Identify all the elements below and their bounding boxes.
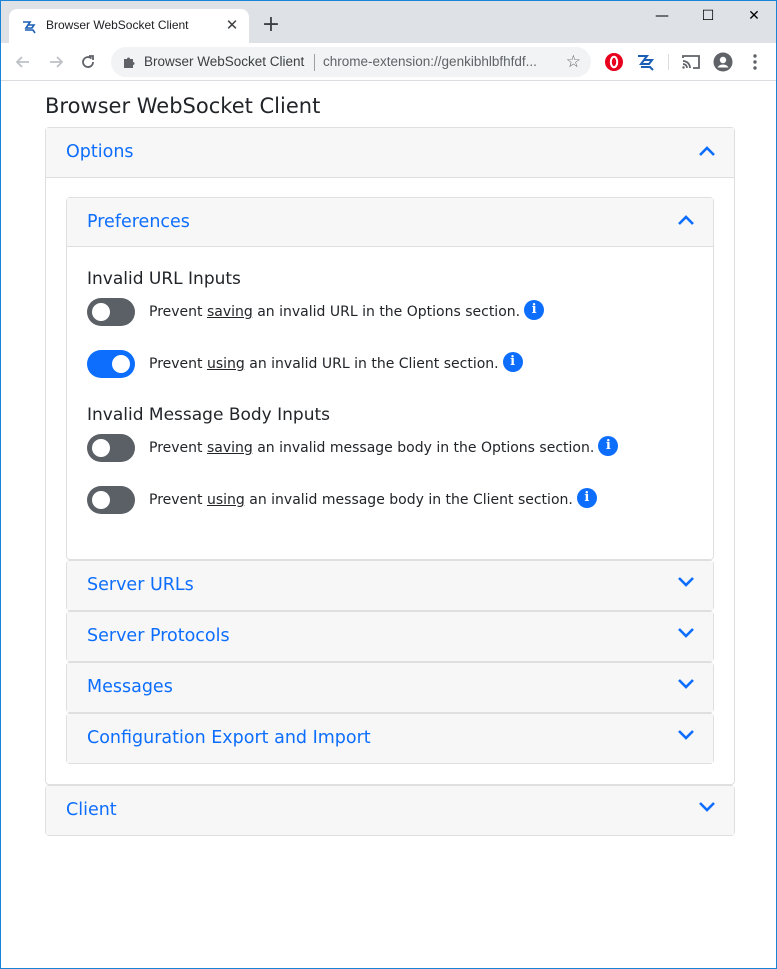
client-label: Client	[66, 800, 117, 820]
site-name: Browser WebSocket Client	[144, 54, 305, 69]
client-header[interactable]: Client	[46, 786, 734, 835]
toggle-switch[interactable]	[87, 486, 135, 514]
options-label: Options	[66, 142, 134, 162]
tab-close-icon[interactable]: ✕	[225, 18, 239, 33]
puzzle-piece-icon	[124, 57, 135, 68]
info-icon[interactable]: i	[598, 436, 619, 456]
messages-label: Messages	[87, 677, 173, 697]
chevron-down-icon[interactable]	[677, 576, 695, 588]
chevron-down-icon[interactable]	[677, 627, 695, 639]
cast-icon[interactable]	[681, 52, 701, 72]
messages-card[interactable]: Messages	[66, 662, 714, 713]
toggle-switch[interactable]	[87, 434, 135, 462]
chevron-down-icon[interactable]	[698, 801, 716, 813]
address-bar[interactable]: Browser WebSocket Client chrome-extensio…	[111, 47, 591, 77]
more-menu-icon[interactable]	[745, 52, 765, 72]
toggle-switch[interactable]	[87, 350, 135, 378]
pref-label: Prevent using an invalid URL in the Clie…	[149, 352, 523, 374]
new-tab-button[interactable]: +	[261, 14, 281, 36]
server-protocols-card[interactable]: Server Protocols	[66, 611, 714, 662]
server-urls-label: Server URLs	[87, 575, 194, 595]
adblock-extension-icon[interactable]	[604, 52, 624, 72]
chevron-up-icon[interactable]	[698, 145, 716, 157]
back-arrow-icon[interactable]	[12, 51, 34, 73]
preferences-card: Preferences Invalid URL Inputs Prevent s…	[66, 197, 714, 560]
options-card: Options Preferences Invalid URL Inputs P…	[45, 127, 735, 785]
forward-arrow-icon[interactable]	[45, 51, 67, 73]
messages-header[interactable]: Messages	[67, 663, 713, 712]
invalid-message-body-heading: Invalid Message Body Inputs	[87, 405, 331, 425]
pref-label: Prevent saving an invalid message body i…	[149, 436, 619, 458]
preferences-header[interactable]: Preferences	[67, 198, 713, 247]
tab-strip: Browser WebSocket Client ✕ + — ☐ ✕	[1, 1, 776, 43]
toolbar-divider	[668, 54, 669, 70]
extension-favicon-icon	[23, 21, 36, 34]
config-export-import-label: Configuration Export and Import	[87, 728, 371, 748]
websocket-extension-icon[interactable]	[636, 52, 656, 72]
toggle-switch[interactable]	[87, 298, 135, 326]
client-card[interactable]: Client	[45, 785, 735, 836]
page-title: Browser WebSocket Client	[45, 94, 321, 118]
address-separator	[314, 54, 315, 71]
config-export-import-card[interactable]: Configuration Export and Import	[66, 713, 714, 764]
browser-toolbar: Browser WebSocket Client chrome-extensio…	[1, 43, 776, 81]
server-protocols-header[interactable]: Server Protocols	[67, 612, 713, 661]
page-content: Browser WebSocket Client Options Prefere…	[1, 82, 776, 968]
chevron-up-icon[interactable]	[677, 214, 695, 226]
browser-window: Browser WebSocket Client ✕ + — ☐ ✕ Brows…	[0, 0, 777, 969]
server-urls-card[interactable]: Server URLs	[66, 560, 714, 611]
config-export-import-header[interactable]: Configuration Export and Import	[67, 714, 713, 763]
invalid-url-heading: Invalid URL Inputs	[87, 269, 241, 289]
info-icon[interactable]: i	[524, 300, 545, 320]
chevron-down-icon[interactable]	[677, 729, 695, 741]
server-protocols-label: Server Protocols	[87, 626, 230, 646]
window-close-button[interactable]: ✕	[731, 5, 777, 27]
info-icon[interactable]: i	[502, 352, 523, 372]
browser-tab[interactable]: Browser WebSocket Client ✕	[9, 9, 249, 43]
maximize-button[interactable]: ☐	[685, 5, 731, 27]
bookmark-star-icon[interactable]: ☆	[566, 52, 581, 72]
server-urls-header[interactable]: Server URLs	[67, 561, 713, 610]
profile-avatar-icon[interactable]	[713, 52, 733, 72]
info-icon[interactable]: i	[576, 488, 597, 508]
pref-label: Prevent saving an invalid URL in the Opt…	[149, 300, 545, 322]
chevron-down-icon[interactable]	[677, 678, 695, 690]
url-text[interactable]: chrome-extension://genkibhlbfhfdf...	[323, 54, 537, 69]
preferences-label: Preferences	[87, 212, 190, 232]
reload-icon[interactable]	[77, 51, 99, 73]
minimize-button[interactable]: —	[639, 5, 685, 27]
options-header[interactable]: Options	[46, 128, 734, 178]
tab-title: Browser WebSocket Client	[46, 18, 189, 32]
pref-label: Prevent using an invalid message body in…	[149, 488, 597, 510]
